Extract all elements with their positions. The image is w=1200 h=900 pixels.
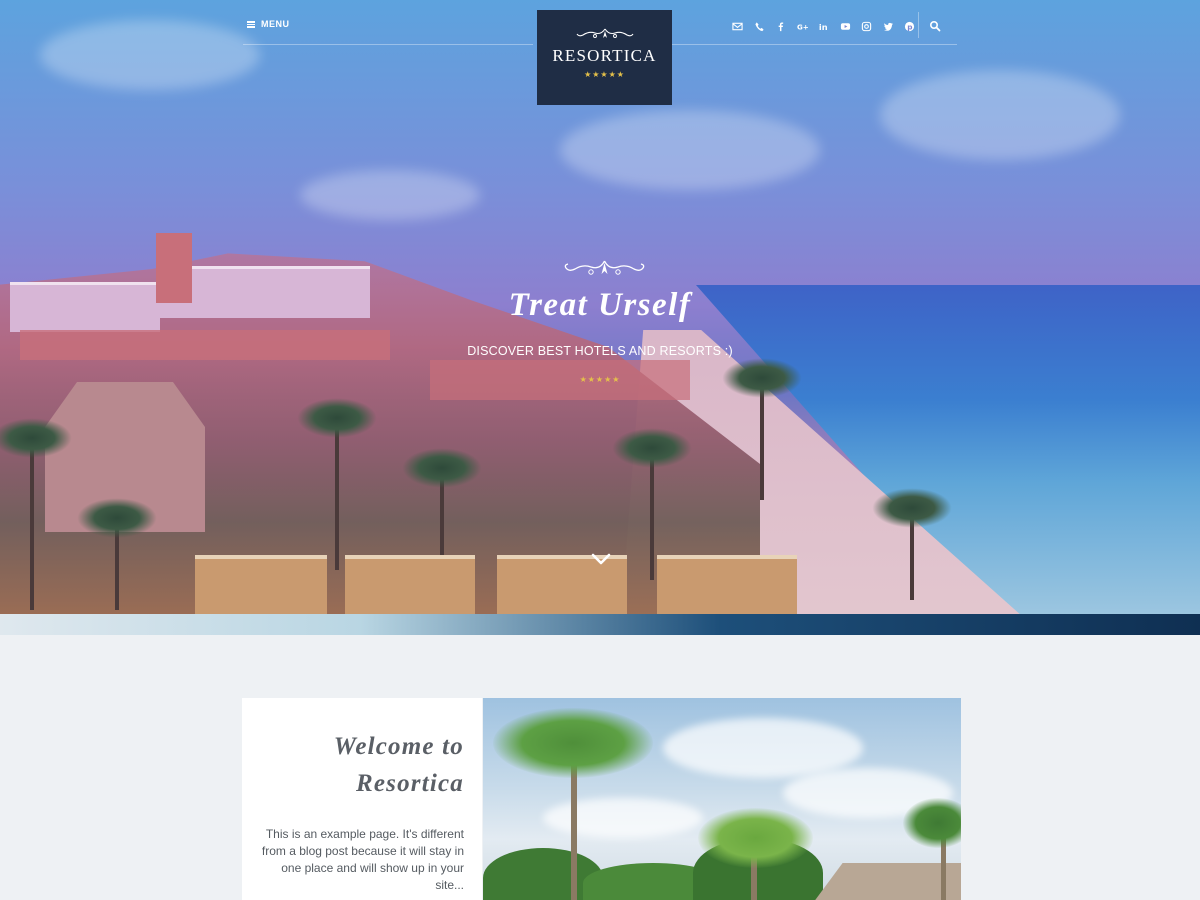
logo-stars: ★★★★★ — [584, 70, 625, 79]
hero-palm — [297, 398, 377, 570]
welcome-card: Welcome to Resortica This is an example … — [242, 698, 482, 900]
hero-palm — [0, 418, 72, 610]
hero-stars: ★★★★★ — [579, 375, 621, 384]
linkedin-icon[interactable]: in — [813, 18, 835, 34]
instagram-icon[interactable] — [856, 18, 878, 34]
hero-bottom-band — [0, 614, 1200, 635]
hero-palm — [77, 498, 157, 610]
search-icon[interactable] — [929, 19, 941, 32]
menu-label: MENU — [261, 19, 290, 29]
youtube-icon[interactable] — [835, 18, 857, 34]
phone-icon[interactable] — [749, 18, 771, 34]
hero-ornament-icon — [564, 260, 645, 275]
nav-rule-right — [671, 44, 957, 45]
hero-palm — [872, 488, 952, 600]
hero-section: MENU G+ in p RESORTICA ★★★★★ Treat Ursel… — [0, 0, 1200, 635]
svg-text:in: in — [819, 22, 828, 32]
nav-divider — [918, 12, 919, 38]
chevron-down-icon[interactable] — [590, 550, 612, 568]
facebook-icon[interactable] — [770, 18, 792, 34]
envelope-icon[interactable] — [727, 18, 749, 34]
social-links: G+ in p — [727, 18, 921, 34]
hero-cloud — [880, 70, 1120, 160]
svg-text:G+: G+ — [797, 22, 808, 31]
hero-cloud — [560, 110, 820, 190]
hero-subtitle: DISCOVER BEST HOTELS AND RESORTS :) — [467, 344, 733, 358]
hamburger-icon — [247, 20, 255, 28]
hero-title: Treat Urself — [508, 287, 692, 323]
logo-name: RESORTICA — [552, 46, 657, 65]
hero-cloud — [40, 20, 260, 90]
site-logo[interactable]: RESORTICA ★★★★★ — [537, 10, 672, 105]
hero-rooftops — [195, 555, 815, 615]
twitter-icon[interactable] — [878, 18, 900, 34]
welcome-title[interactable]: Welcome to Resortica — [264, 728, 464, 802]
logo-ornament-icon — [576, 28, 633, 38]
google-plus-icon[interactable]: G+ — [792, 18, 814, 34]
welcome-title-line1: Welcome to — [333, 733, 464, 760]
nav-rule-left — [243, 44, 533, 45]
svg-text:p: p — [908, 22, 913, 31]
welcome-title-line2: Resortica — [355, 770, 464, 797]
hero-palm — [722, 358, 802, 500]
welcome-excerpt: This is an example page. It's different … — [261, 827, 464, 892]
menu-button[interactable]: MENU — [247, 19, 290, 29]
welcome-image — [483, 698, 961, 900]
hero-cloud — [300, 170, 480, 220]
